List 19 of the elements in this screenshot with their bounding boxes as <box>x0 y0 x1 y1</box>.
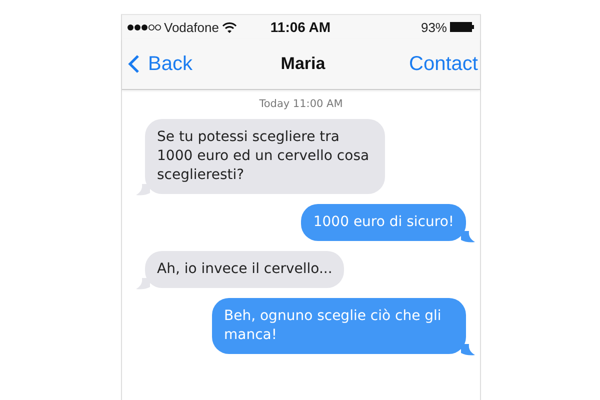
message-bubble: Se tu potessi scegliere tra 1000 euro ed un cervello cosa sceglieresti? <box>145 119 385 194</box>
message-bubble: Beh, ognuno sceglie ciò che gli manca! <box>212 298 466 354</box>
signal-icon <box>127 24 161 30</box>
message-bubble: 1000 euro di sicuro! <box>301 204 466 241</box>
bubble-tail <box>461 344 475 356</box>
contact-button[interactable]: Contact <box>378 52 478 76</box>
carrier-name: Vodafone <box>164 20 219 34</box>
back-button[interactable]: Back <box>128 52 228 76</box>
bubble-tail <box>136 184 150 196</box>
message-bubble: Ah, io invece il cervello... <box>145 251 344 288</box>
bubble-tail <box>136 278 150 290</box>
wifi-icon <box>222 22 237 32</box>
bubble-tail <box>461 231 475 243</box>
chevron-left-icon <box>128 54 140 74</box>
battery-percent: 93% <box>420 20 447 34</box>
battery-icon <box>450 22 474 32</box>
contact-name: Maria <box>280 54 326 74</box>
status-time: 11:06 AM <box>270 19 331 35</box>
message-timestamp: Today 11:00 AM <box>258 98 344 110</box>
